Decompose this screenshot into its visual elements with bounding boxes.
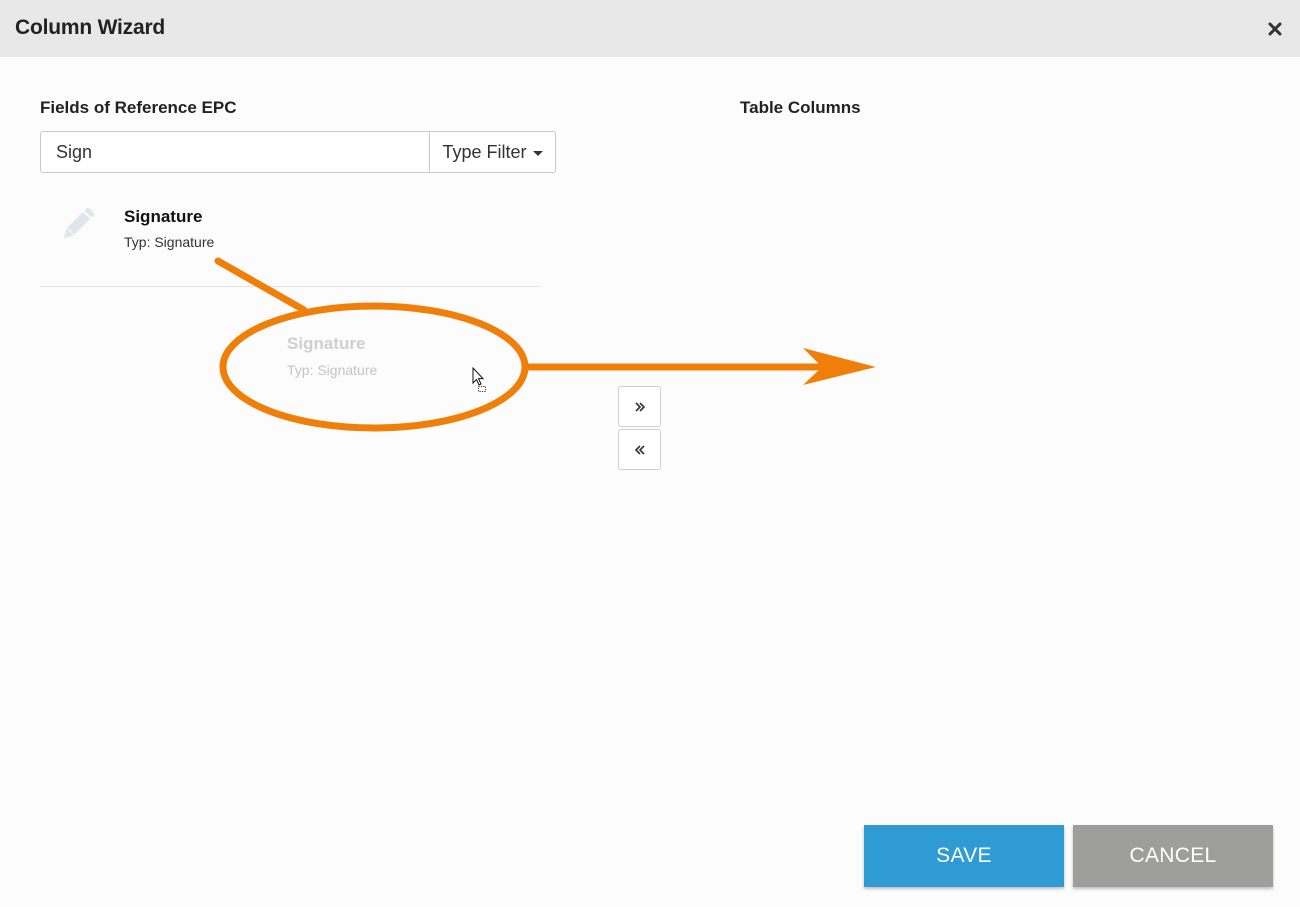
- save-button[interactable]: SAVE: [864, 825, 1064, 887]
- field-item-type: Typ: Signature: [124, 234, 215, 250]
- caret-down-icon: [532, 150, 543, 156]
- move-right-button[interactable]: [618, 386, 661, 427]
- close-icon[interactable]: [1266, 20, 1284, 38]
- table-columns-title: Table Columns: [740, 98, 861, 117]
- drag-cursor-icon: [472, 367, 486, 392]
- fields-panel-title: Fields of Reference EPC: [40, 98, 237, 117]
- drag-ghost-type: Typ: Signature: [287, 362, 378, 378]
- type-filter-dropdown[interactable]: Type Filter: [429, 131, 556, 173]
- field-search-group: Type Filter: [40, 131, 556, 173]
- double-chevron-left-icon: [634, 444, 645, 455]
- field-search-input[interactable]: [40, 131, 430, 173]
- type-filter-label: Type Filter: [442, 141, 527, 162]
- double-chevron-right-icon: [634, 401, 645, 412]
- pencil-icon: [63, 207, 95, 239]
- annotation-arrow-head: [803, 348, 876, 385]
- drag-ghost-item: Signature Typ: Signature: [287, 334, 377, 378]
- drag-ghost-name: Signature: [287, 334, 366, 353]
- field-item-name: Signature: [124, 207, 203, 226]
- cancel-button[interactable]: CANCEL: [1073, 825, 1273, 887]
- field-item-signature[interactable]: Signature Typ: Signature: [40, 190, 540, 287]
- dialog-title: Column Wizard: [15, 16, 166, 39]
- move-left-button[interactable]: [618, 429, 661, 470]
- dialog-header: Column Wizard: [0, 0, 1300, 57]
